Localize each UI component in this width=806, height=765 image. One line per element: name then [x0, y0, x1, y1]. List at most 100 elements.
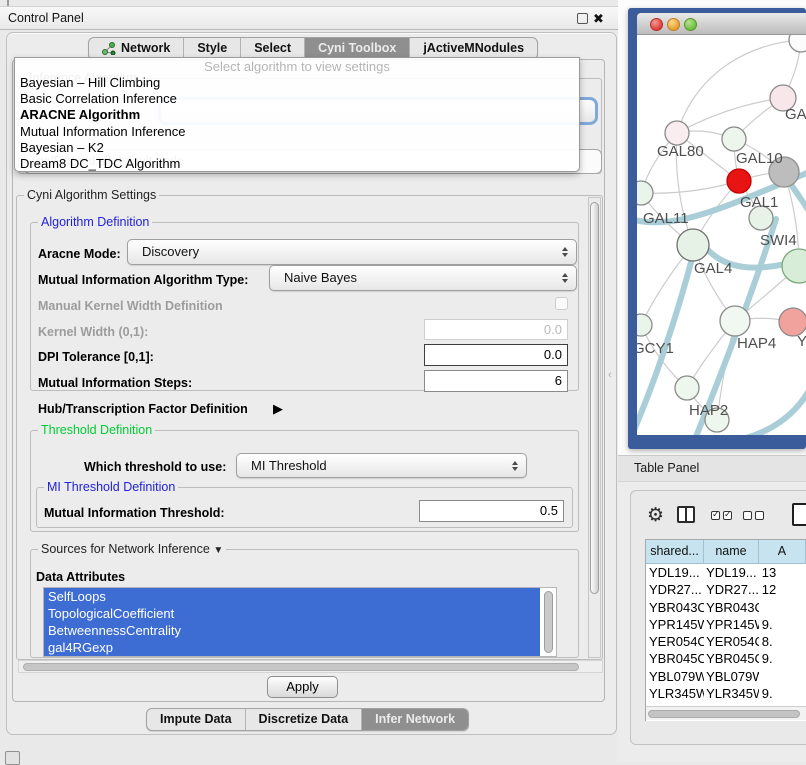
select-all-icon[interactable]	[711, 511, 732, 520]
list-scrollbar-thumb[interactable]	[544, 591, 553, 653]
list-item-selected[interactable]: gal4RGexp	[44, 639, 540, 656]
sources-group-title[interactable]: Sources for Network Inference ▼	[38, 542, 226, 556]
combo-arrows-icon	[562, 247, 568, 257]
cyni-mode-tabs: Impute Data Discretize Data Infer Networ…	[146, 708, 469, 731]
minimize-traffic-light-icon[interactable]	[667, 18, 680, 31]
data-attributes-list[interactable]: SelfLoops TopologicalCoefficient Between…	[43, 587, 557, 657]
tab-infer-network[interactable]: Infer Network	[361, 709, 468, 730]
data-attributes-label: Data Attributes	[36, 570, 125, 584]
mi-steps-label: Mutual Information Steps:	[38, 376, 192, 390]
gear-icon[interactable]: ⚙	[647, 504, 664, 527]
table-panel-header: Table Panel	[618, 455, 806, 482]
column-header[interactable]: A	[759, 540, 806, 563]
scrollbar-thumb[interactable]	[23, 663, 579, 671]
network-canvas[interactable]: GAL GAL80 GAL10 GAL1 GAL11 SWI4 GAL4 HAP…	[637, 35, 806, 435]
node-label: GAL	[785, 106, 806, 123]
network-graph: GAL GAL80 GAL10 GAL1 GAL11 SWI4 GAL4 HAP…	[637, 35, 806, 435]
node-hap2	[675, 376, 699, 400]
tab-select[interactable]: Select	[240, 38, 304, 59]
node-label: GCY1	[637, 340, 674, 357]
tab-style[interactable]: Style	[183, 38, 240, 59]
table-row[interactable]: YDL19...YDL19...13	[646, 564, 806, 581]
mi-threshold-field[interactable]: 0.5	[419, 500, 564, 522]
dropdown-item[interactable]: Basic Correlation Inference	[15, 91, 579, 107]
node-gal80	[665, 121, 689, 145]
mi-threshold-label: Mutual Information Threshold:	[44, 506, 225, 520]
close-traffic-light-icon[interactable]	[650, 18, 663, 31]
collapsed-panel-icon[interactable]	[5, 751, 20, 765]
node	[789, 35, 806, 52]
tab-discretize-data[interactable]: Discretize Data	[245, 709, 362, 730]
tab-network[interactable]: Network	[89, 38, 183, 59]
tab-cyni-toolbox[interactable]: Cyni Toolbox	[304, 38, 409, 59]
settings-horizontal-scrollbar[interactable]	[18, 660, 603, 673]
kernel-width-field[interactable]: 0.0	[424, 319, 568, 340]
node-label: SWI4	[760, 232, 797, 249]
which-threshold-combo[interactable]: MI Threshold	[236, 453, 527, 478]
node-hap4	[720, 306, 750, 336]
combo-arrows-icon	[562, 273, 568, 283]
aracne-mode-combo[interactable]: Discovery	[127, 239, 577, 265]
tab-discretize-data-label: Discretize Data	[259, 709, 349, 730]
dpi-tolerance-field[interactable]: 0.0	[424, 344, 568, 366]
network-view-window: GAL GAL80 GAL10 GAL1 GAL11 SWI4 GAL4 HAP…	[628, 8, 806, 449]
dropdown-item[interactable]: Bayesian – K2	[15, 140, 579, 156]
dropdown-item-highlighted[interactable]: ARACNE Algorithm	[15, 107, 579, 123]
apply-button[interactable]: Apply	[267, 676, 338, 698]
dropdown-item[interactable]: Bayesian – Hill Climbing	[15, 75, 579, 91]
list-item-selected[interactable]: TopologicalCoefficient	[44, 605, 540, 622]
deselect-all-icon[interactable]	[743, 511, 764, 520]
tab-network-label: Network	[121, 38, 170, 59]
document-icon[interactable]	[792, 503, 806, 526]
node-label: GAL80	[657, 143, 704, 160]
zoom-traffic-light-icon[interactable]	[684, 18, 697, 31]
expand-right-icon[interactable]: ▶	[273, 401, 283, 417]
table-row[interactable]: YBR045CYBR045C9.	[646, 650, 806, 667]
panel-splitter-handle[interactable]: ‹	[608, 369, 612, 381]
dropdown-item[interactable]: Mutual Information Inference	[15, 124, 579, 140]
list-item-selected[interactable]: BetweennessCentrality	[44, 622, 540, 639]
node-label: HAP2	[689, 402, 728, 419]
table-row[interactable]: YBR043CYBR043C	[646, 599, 806, 616]
algorithm-definition-title: Algorithm Definition	[38, 215, 152, 229]
table-row[interactable]: YPR145WYPR145W9.	[646, 616, 806, 633]
tab-jactivemnodules[interactable]: jActiveMNodules	[409, 38, 537, 59]
control-panel-title: Control Panel	[8, 7, 84, 30]
table-row[interactable]: YDR27...YDR27...12	[646, 581, 806, 598]
node-label: GAL11	[643, 210, 689, 227]
table-row[interactable]: YLR345WYLR345W9.	[646, 685, 806, 702]
scrollbar-thumb[interactable]	[648, 710, 800, 718]
tab-impute-data-label: Impute Data	[160, 709, 232, 730]
dropdown-item[interactable]: Dream8 DC_TDC Algorithm	[15, 156, 579, 172]
aracne-mode-label: Aracne Mode:	[38, 247, 121, 261]
column-header[interactable]: name	[704, 540, 759, 563]
node-gal1	[727, 169, 751, 193]
list-item-selected[interactable]: SelfLoops	[44, 588, 540, 605]
close-icon[interactable]: ✖	[593, 9, 604, 28]
column-header[interactable]: shared...	[646, 540, 704, 563]
table-row[interactable]: YBL079WYBL079W	[646, 668, 806, 685]
control-panel-titlebar: Control Panel ✖	[0, 6, 618, 30]
table-rows: YDL19...YDL19...13 YDR27...YDR27...12 YB…	[646, 564, 806, 707]
node-gcy1	[637, 314, 652, 336]
mi-type-combo[interactable]: Naive Bayes	[269, 265, 577, 291]
tab-impute-data[interactable]: Impute Data	[147, 709, 245, 730]
cyni-algorithm-settings-title: Cyni Algorithm Settings	[24, 188, 159, 202]
algorithm-dropdown-popup: Select algorithm to view settings Bayesi…	[14, 57, 580, 172]
tab-infer-network-label: Infer Network	[375, 709, 455, 730]
mi-type-label: Mutual Information Algorithm Type:	[38, 273, 248, 287]
manual-kernel-checkbox[interactable]	[555, 297, 568, 310]
hub-definition-label[interactable]: Hub/Transcription Factor Definition	[38, 402, 248, 416]
settings-vertical-scrollbar[interactable]	[588, 197, 601, 658]
scrollbar-thumb[interactable]	[590, 202, 599, 594]
table-row[interactable]: YER054CYER054C8.	[646, 633, 806, 650]
node-gal10	[722, 127, 746, 151]
node-table: shared... name A YDL19...YDL19...13 YDR2…	[645, 539, 806, 721]
columns-icon[interactable]	[677, 506, 695, 523]
mi-steps-field[interactable]: 6	[424, 370, 568, 392]
float-window-icon[interactable]	[577, 13, 588, 24]
expand-down-icon[interactable]: ▼	[213, 545, 223, 556]
network-window-titlebar[interactable]	[637, 13, 806, 35]
table-toolbar: ⚙	[631, 501, 806, 535]
table-horizontal-scrollbar[interactable]	[646, 706, 806, 720]
